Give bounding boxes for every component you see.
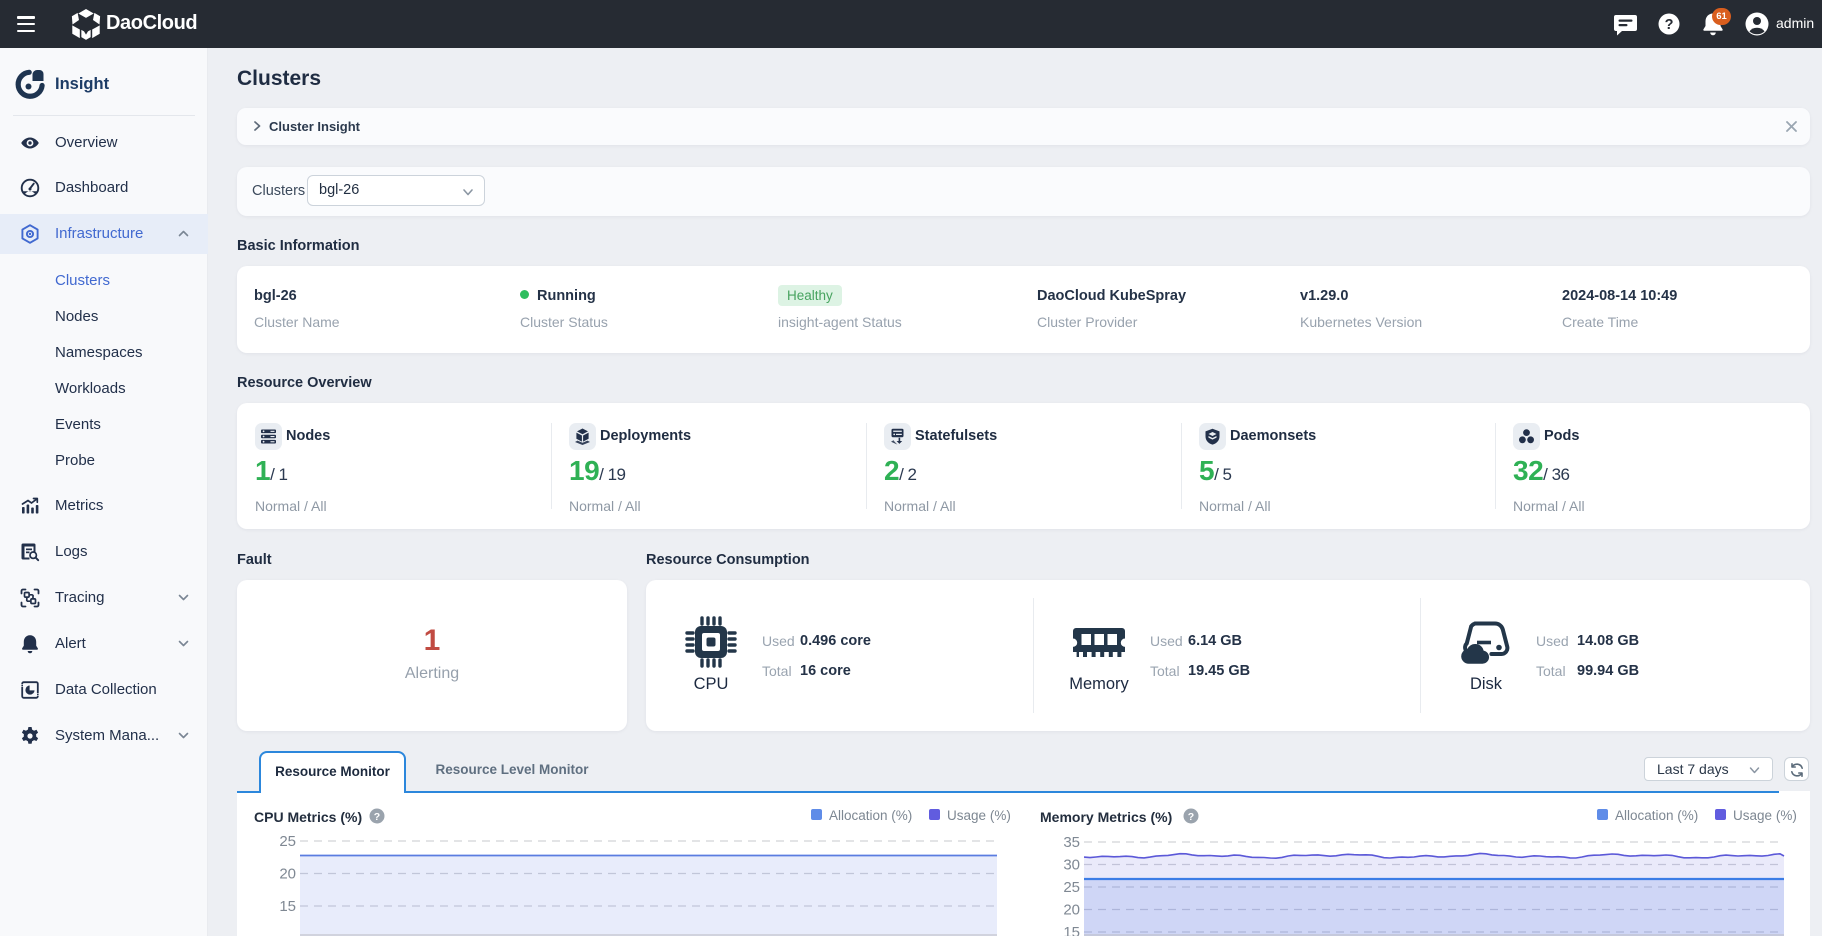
- svg-text:25: 25: [279, 833, 296, 850]
- svg-text:25: 25: [1063, 879, 1080, 896]
- svg-text:20: 20: [279, 866, 296, 883]
- svg-text:20: 20: [1063, 902, 1080, 919]
- svg-text:30: 30: [1063, 857, 1080, 874]
- svg-text:35: 35: [1063, 834, 1080, 851]
- svg-text:15: 15: [279, 898, 296, 915]
- svg-text:?: ?: [1665, 17, 1674, 33]
- svg-text:15: 15: [1063, 924, 1080, 936]
